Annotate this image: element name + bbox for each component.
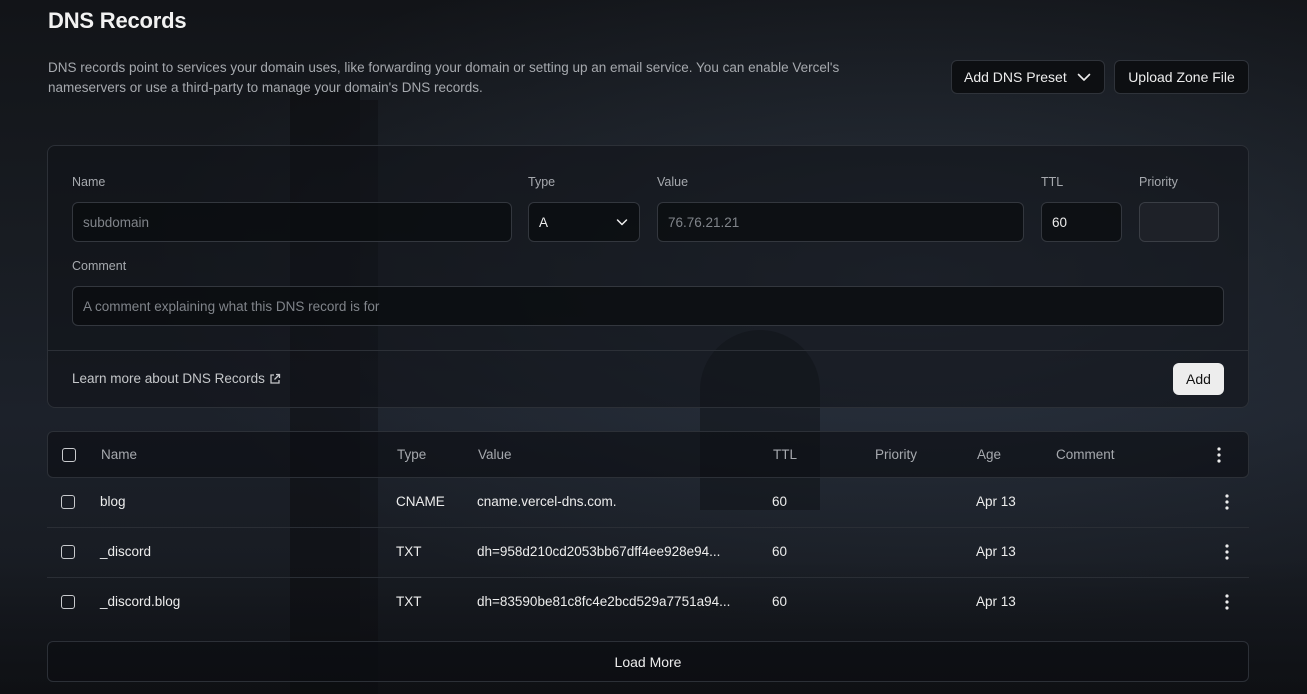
add-record-form: Name subdomain Type A Value 76.76.21.21 … xyxy=(47,145,1249,408)
add-dns-preset-label: Add DNS Preset xyxy=(964,69,1067,85)
comment-placeholder: A comment explaining what this DNS recor… xyxy=(83,298,380,314)
record-ttl: 60 xyxy=(772,544,788,559)
row-menu-icon[interactable] xyxy=(1220,493,1234,511)
priority-label: Priority xyxy=(1139,175,1178,189)
page-title: DNS Records xyxy=(48,8,187,33)
record-value: dh=83590be81c8fc4e2bcd529a7751a94... xyxy=(477,594,731,609)
record-type: TXT xyxy=(396,594,422,609)
table-header: Name Type Value TTL Priority Age Comment xyxy=(47,431,1249,478)
priority-input xyxy=(1139,202,1219,242)
row-menu-icon[interactable] xyxy=(1220,593,1234,611)
add-record-button[interactable]: Add xyxy=(1173,363,1224,395)
column-header-type[interactable]: Type xyxy=(397,447,426,462)
value-placeholder: 76.76.21.21 xyxy=(668,214,740,230)
record-name: _discord.blog xyxy=(100,594,181,609)
record-age: Apr 13 xyxy=(976,544,1016,559)
row-menu-icon[interactable] xyxy=(1220,543,1234,561)
dns-records-table: Name Type Value TTL Priority Age Comment… xyxy=(47,431,1249,627)
record-name: blog xyxy=(100,494,126,509)
record-type: TXT xyxy=(396,544,422,559)
type-label: Type xyxy=(528,175,556,189)
learn-more-link[interactable]: Learn more about DNS Records xyxy=(72,371,281,386)
page-description: DNS records point to services your domai… xyxy=(48,60,840,95)
row-checkbox[interactable] xyxy=(61,545,75,559)
comment-label: Comment xyxy=(72,259,127,273)
comment-input[interactable]: A comment explaining what this DNS recor… xyxy=(72,286,1224,326)
record-ttl: 60 xyxy=(772,494,788,509)
chevron-down-icon xyxy=(616,219,628,226)
dns-records-page: DNS Records DNS records point to service… xyxy=(47,0,1249,694)
column-header-name[interactable]: Name xyxy=(101,447,137,462)
select-all-checkbox[interactable] xyxy=(62,448,76,462)
record-value: cname.vercel-dns.com. xyxy=(477,494,617,509)
column-header-priority[interactable]: Priority xyxy=(875,447,917,462)
record-name: _discord xyxy=(100,544,152,559)
value-input[interactable]: 76.76.21.21 xyxy=(657,202,1024,242)
form-footer: Learn more about DNS Records Add xyxy=(48,350,1248,408)
record-age: Apr 13 xyxy=(976,494,1016,509)
add-dns-preset-button[interactable]: Add DNS Preset xyxy=(951,60,1105,94)
column-header-age[interactable]: Age xyxy=(977,447,1001,462)
external-link-icon xyxy=(270,373,280,384)
upload-zone-file-button[interactable]: Upload Zone File xyxy=(1114,60,1249,94)
ttl-input[interactable]: 60 xyxy=(1041,202,1122,242)
record-ttl: 60 xyxy=(772,594,788,609)
record-age: Apr 13 xyxy=(976,594,1016,609)
column-header-comment[interactable]: Comment xyxy=(1056,447,1115,462)
more-options-icon[interactable] xyxy=(1212,446,1226,464)
load-more-button[interactable]: Load More xyxy=(47,641,1249,682)
table-row[interactable]: _discord.blog TXT dh=83590be81c8fc4e2bcd… xyxy=(47,578,1249,627)
name-label: Name xyxy=(72,175,106,189)
chevron-down-icon xyxy=(1077,73,1091,81)
ttl-value: 60 xyxy=(1052,214,1068,230)
record-type: CNAME xyxy=(396,494,445,509)
name-input[interactable]: subdomain xyxy=(72,202,512,242)
column-header-value[interactable]: Value xyxy=(478,447,512,462)
name-placeholder: subdomain xyxy=(83,214,150,230)
learn-more-label: Learn more about DNS Records xyxy=(72,371,265,386)
row-checkbox[interactable] xyxy=(61,595,75,609)
upload-zone-file-label: Upload Zone File xyxy=(1128,69,1235,85)
type-select[interactable]: A xyxy=(528,202,640,242)
table-row[interactable]: _discord TXT dh=958d210cd2053bb67dff4ee9… xyxy=(47,528,1249,578)
type-select-value: A xyxy=(539,214,549,230)
row-checkbox[interactable] xyxy=(61,495,75,509)
record-value: dh=958d210cd2053bb67dff4ee928e94... xyxy=(477,544,721,559)
value-label: Value xyxy=(657,175,689,189)
table-row[interactable]: blog CNAME cname.vercel-dns.com. 60 Apr … xyxy=(47,478,1249,528)
column-header-ttl[interactable]: TTL xyxy=(773,447,797,462)
ttl-label: TTL xyxy=(1041,175,1064,189)
